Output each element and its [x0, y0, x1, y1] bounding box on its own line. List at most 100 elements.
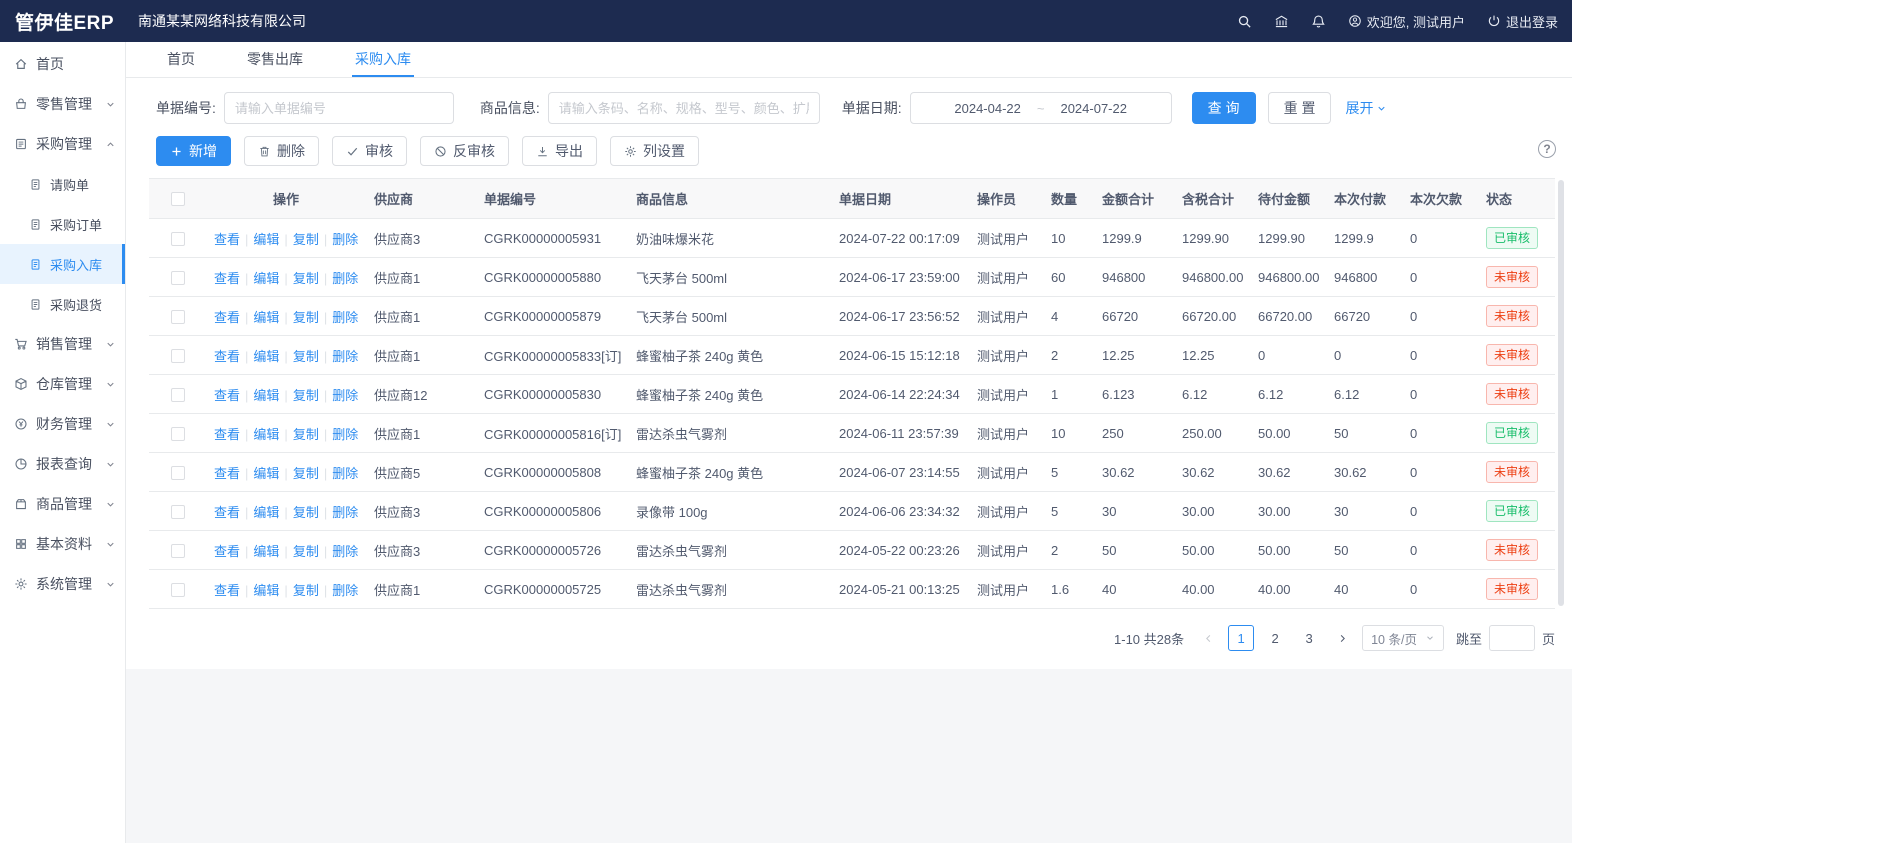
export-button[interactable]: 导出 [522, 136, 597, 166]
row-checkbox[interactable] [171, 232, 185, 246]
delete-link[interactable]: 删除 [319, 427, 358, 442]
copy-link[interactable]: 复制 [279, 232, 318, 247]
row-checkbox[interactable] [171, 427, 185, 441]
unaudit-button[interactable]: 反审核 [420, 136, 509, 166]
view-link[interactable]: 查看 [214, 310, 240, 325]
vertical-scrollbar[interactable] [1558, 180, 1564, 606]
page-button-2[interactable]: 2 [1262, 625, 1288, 651]
chevron-down-icon [1376, 103, 1387, 114]
sidebar-item-home[interactable]: 首页 [0, 44, 125, 84]
view-link[interactable]: 查看 [214, 271, 240, 286]
view-link[interactable]: 查看 [214, 466, 240, 481]
tab-retail-outbound[interactable]: 零售出库 [244, 42, 306, 77]
delete-link[interactable]: 删除 [319, 271, 358, 286]
delete-link[interactable]: 删除 [319, 583, 358, 598]
delete-link[interactable]: 删除 [319, 349, 358, 364]
sidebar-item-warehouse[interactable]: 仓库管理 [0, 364, 125, 404]
view-link[interactable]: 查看 [214, 583, 240, 598]
edit-link[interactable]: 编辑 [240, 505, 279, 520]
help-icon[interactable]: ? [1538, 140, 1556, 158]
bell-icon[interactable] [1311, 14, 1326, 29]
sidebar-item-basic-data[interactable]: 基本资料 [0, 524, 125, 564]
copy-link[interactable]: 复制 [279, 544, 318, 559]
sidebar-item-finance[interactable]: 财务管理 [0, 404, 125, 444]
logout-button[interactable]: 退出登录 [1487, 12, 1558, 31]
row-checkbox[interactable] [171, 505, 185, 519]
row-checkbox[interactable] [171, 544, 185, 558]
delete-link[interactable]: 删除 [319, 388, 358, 403]
sidebar-subitem-purchase-return[interactable]: 采购退货 [0, 284, 125, 324]
row-checkbox[interactable] [171, 310, 185, 324]
add-button[interactable]: 新增 [156, 136, 231, 166]
edit-link[interactable]: 编辑 [240, 427, 279, 442]
view-link[interactable]: 查看 [214, 349, 240, 364]
select-all-checkbox[interactable] [171, 192, 185, 206]
edit-link[interactable]: 编辑 [240, 466, 279, 481]
page-button-3[interactable]: 3 [1296, 625, 1322, 651]
row-checkbox[interactable] [171, 271, 185, 285]
next-page-button[interactable] [1330, 625, 1354, 651]
cell-product: 蜂蜜柚子茶 240g 黄色 [628, 453, 831, 492]
copy-link[interactable]: 复制 [279, 388, 318, 403]
row-checkbox[interactable] [171, 388, 185, 402]
cell-qty: 60 [1043, 258, 1094, 297]
copy-link[interactable]: 复制 [279, 583, 318, 598]
sidebar-subitem-purchase-inbound[interactable]: 采购入库 [0, 244, 125, 284]
sidebar-item-system[interactable]: 系统管理 [0, 564, 125, 604]
sidebar-item-retail[interactable]: 零售管理 [0, 84, 125, 124]
expand-toggle[interactable]: 展开 [1345, 98, 1387, 118]
view-link[interactable]: 查看 [214, 505, 240, 520]
welcome-user[interactable]: 欢迎您, 测试用户 [1348, 12, 1465, 31]
column-settings-button[interactable]: 列设置 [610, 136, 699, 166]
sidebar-item-reports[interactable]: 报表查询 [0, 444, 125, 484]
edit-link[interactable]: 编辑 [240, 544, 279, 559]
copy-link[interactable]: 复制 [279, 505, 318, 520]
edit-link[interactable]: 编辑 [240, 271, 279, 286]
edit-link[interactable]: 编辑 [240, 583, 279, 598]
sidebar-subitem-purchase-request[interactable]: 请购单 [0, 164, 125, 204]
bill-no-input[interactable] [224, 92, 454, 124]
row-checkbox[interactable] [171, 349, 185, 363]
sidebar-item-products[interactable]: 商品管理 [0, 484, 125, 524]
edit-link[interactable]: 编辑 [240, 388, 279, 403]
view-link[interactable]: 查看 [214, 427, 240, 442]
copy-link[interactable]: 复制 [279, 349, 318, 364]
date-range-picker[interactable]: 2024-04-22 ~ 2024-07-22 [910, 92, 1172, 124]
date-from-value[interactable]: 2024-04-22 [954, 101, 1021, 116]
tab-purchase-inbound[interactable]: 采购入库 [352, 42, 414, 77]
copy-link[interactable]: 复制 [279, 427, 318, 442]
edit-link[interactable]: 编辑 [240, 310, 279, 325]
reset-button[interactable]: 重 置 [1268, 92, 1332, 124]
view-link[interactable]: 查看 [214, 232, 240, 247]
delete-button[interactable]: 删除 [244, 136, 319, 166]
delete-link[interactable]: 删除 [319, 466, 358, 481]
search-button[interactable]: 查 询 [1192, 92, 1256, 124]
product-info-input[interactable] [548, 92, 820, 124]
audit-button[interactable]: 审核 [332, 136, 407, 166]
page-size-select[interactable]: 10 条/页 [1362, 625, 1444, 651]
bank-icon[interactable] [1274, 14, 1289, 29]
row-checkbox[interactable] [171, 583, 185, 597]
edit-link[interactable]: 编辑 [240, 349, 279, 364]
copy-link[interactable]: 复制 [279, 466, 318, 481]
view-link[interactable]: 查看 [214, 544, 240, 559]
page-jump-input[interactable] [1489, 625, 1535, 651]
sidebar-item-sales[interactable]: 销售管理 [0, 324, 125, 364]
prev-page-button[interactable] [1196, 625, 1220, 651]
copy-link[interactable]: 复制 [279, 271, 318, 286]
view-link[interactable]: 查看 [214, 388, 240, 403]
delete-link[interactable]: 删除 [319, 310, 358, 325]
page-button-1[interactable]: 1 [1228, 625, 1254, 651]
delete-link[interactable]: 删除 [319, 544, 358, 559]
sidebar-item-purchase[interactable]: 采购管理 [0, 124, 125, 164]
cell-supplier: 供应商3 [366, 219, 476, 258]
edit-link[interactable]: 编辑 [240, 232, 279, 247]
copy-link[interactable]: 复制 [279, 310, 318, 325]
date-to-value[interactable]: 2024-07-22 [1060, 101, 1127, 116]
tab-home[interactable]: 首页 [164, 42, 198, 77]
delete-link[interactable]: 删除 [319, 232, 358, 247]
sidebar-subitem-purchase-order[interactable]: 采购订单 [0, 204, 125, 244]
row-checkbox[interactable] [171, 466, 185, 480]
delete-link[interactable]: 删除 [319, 505, 358, 520]
search-icon[interactable] [1237, 14, 1252, 29]
